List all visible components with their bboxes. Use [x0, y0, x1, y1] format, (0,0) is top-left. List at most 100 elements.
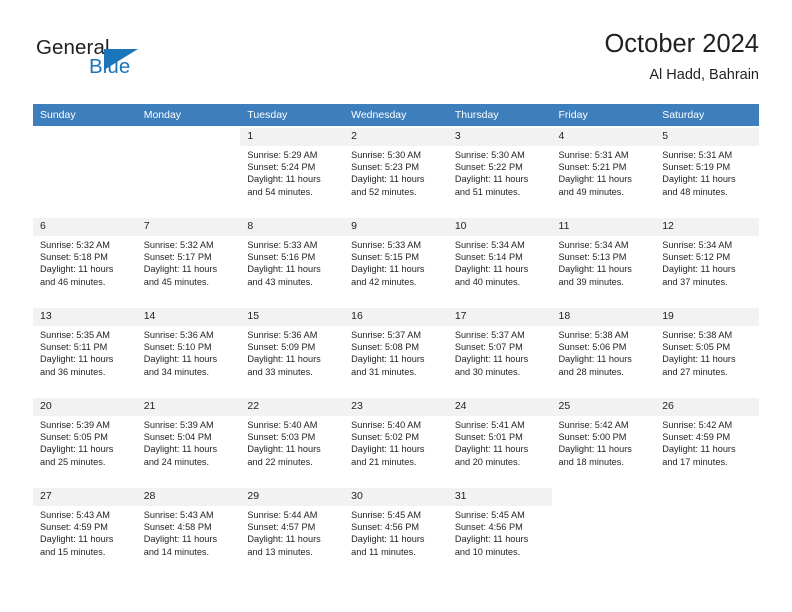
sun-info-block: Sunrise: 5:40 AM Sunset: 5:03 PM Daylight:…	[247, 416, 338, 468]
day-number-band: 7	[136, 218, 241, 236]
calendar-day-cell[interactable]: 25 Sunrise: 5:42 AM Sunset: 5:00 PM Dayligh…	[551, 396, 656, 486]
day-cell-inner: 9 Sunrise: 5:33 AM Sunset: 5:15 PM Daylight…	[344, 216, 448, 306]
calendar-day-cell[interactable]: 18 Sunrise: 5:38 AM Sunset: 5:06 PM Dayligh…	[551, 306, 656, 396]
calendar-page: General Blue October 2024 Al Hadd, Bahra…	[0, 0, 792, 612]
calendar-day-cell[interactable]: 29 Sunrise: 5:44 AM Sunset: 4:57 PM Dayligh…	[240, 486, 345, 576]
calendar-day-cell[interactable]: 30 Sunrise: 5:45 AM Sunset: 4:56 PM Dayligh…	[344, 486, 448, 576]
sun-info-line: Sunrise: 5:40 AM	[247, 420, 318, 430]
day-number: 3	[454, 130, 461, 142]
sun-info-line: Sunset: 5:24 PM	[247, 162, 316, 173]
calendar-day-cell[interactable]: 11 Sunrise: 5:34 AM Sunset: 5:13 PM Dayligh…	[551, 216, 656, 306]
sun-info-line: Daylight: 11 hours	[351, 534, 425, 545]
sun-info-line: Daylight: 11 hours	[351, 444, 425, 455]
page-subtitle-location: Al Hadd, Bahrain	[649, 67, 759, 83]
weekday-header-wednesday: Wednesday	[344, 104, 448, 126]
calendar-day-cell[interactable]: 22 Sunrise: 5:40 AM Sunset: 5:03 PM Dayligh…	[240, 396, 345, 486]
calendar-day-cell[interactable]: 27 Sunrise: 5:43 AM Sunset: 4:59 PM Dayligh…	[33, 486, 137, 576]
sun-info-line: Daylight: 11 hours	[351, 174, 425, 185]
sun-info-line: and 52 minutes.	[351, 186, 417, 197]
calendar-day-cell[interactable]: 21 Sunrise: 5:39 AM Sunset: 5:04 PM Dayligh…	[136, 396, 241, 486]
sun-info-line: Sunrise: 5:39 AM	[40, 420, 110, 430]
calendar-day-cell[interactable]: 2 Sunrise: 5:30 AM Sunset: 5:23 PM Daylight…	[344, 126, 448, 216]
calendar-day-cell[interactable]: 8 Sunrise: 5:33 AM Sunset: 5:16 PM Daylight…	[240, 216, 345, 306]
day-number-band: 16	[344, 308, 448, 326]
calendar-day-cell[interactable]: 10 Sunrise: 5:34 AM Sunset: 5:14 PM Dayligh…	[447, 216, 552, 306]
calendar-day-cell[interactable]: 31 Sunrise: 5:45 AM Sunset: 4:56 PM Dayligh…	[447, 486, 552, 576]
sun-info-line: Sunrise: 5:31 AM	[558, 150, 629, 160]
day-cell-inner	[33, 126, 137, 216]
sun-info-block: Sunrise: 5:31 AM Sunset: 5:21 PM Daylight:…	[559, 146, 650, 198]
calendar-cell-empty	[33, 126, 137, 216]
sun-info-line: and 18 minutes.	[558, 456, 624, 467]
calendar-day-cell[interactable]: 23 Sunrise: 5:40 AM Sunset: 5:02 PM Dayligh…	[344, 396, 448, 486]
calendar-day-cell[interactable]: 20 Sunrise: 5:39 AM Sunset: 5:05 PM Dayligh…	[33, 396, 137, 486]
calendar-day-cell[interactable]: 14 Sunrise: 5:36 AM Sunset: 5:10 PM Dayligh…	[136, 306, 241, 396]
sun-info-line: Sunset: 5:01 PM	[454, 432, 523, 443]
sun-info-line: Daylight: 11 hours	[40, 264, 114, 275]
calendar-day-cell[interactable]: 24 Sunrise: 5:41 AM Sunset: 5:01 PM Dayligh…	[447, 396, 552, 486]
sun-info-line: Daylight: 11 hours	[40, 534, 114, 545]
day-cell-inner: 29 Sunrise: 5:44 AM Sunset: 4:57 PM Dayligh…	[240, 486, 345, 576]
calendar-day-cell[interactable]: 13 Sunrise: 5:35 AM Sunset: 5:11 PM Dayligh…	[33, 306, 137, 396]
sun-info-line: Sunset: 5:18 PM	[40, 252, 108, 263]
day-number-band: 22	[240, 398, 345, 416]
sun-info-line: and 15 minutes.	[40, 546, 106, 557]
calendar-day-cell[interactable]: 16 Sunrise: 5:37 AM Sunset: 5:08 PM Dayligh…	[344, 306, 448, 396]
calendar-day-cell[interactable]: 6 Sunrise: 5:32 AM Sunset: 5:18 PM Daylight…	[33, 216, 137, 306]
sun-info-line: Daylight: 11 hours	[40, 444, 114, 455]
sun-info-line: and 43 minutes.	[247, 276, 313, 287]
sun-info-line: and 13 minutes.	[247, 546, 313, 557]
weekday-header-thursday: Thursday	[447, 104, 552, 126]
sun-info-line: Sunrise: 5:37 AM	[351, 330, 422, 340]
brand-logo[interactable]: General Blue	[33, 36, 243, 92]
calendar-day-cell[interactable]: 19 Sunrise: 5:38 AM Sunset: 5:05 PM Dayligh…	[655, 306, 759, 396]
sun-info-line: Daylight: 11 hours	[454, 444, 529, 455]
calendar-day-cell[interactable]: 28 Sunrise: 5:43 AM Sunset: 4:58 PM Dayligh…	[136, 486, 241, 576]
day-number-band: 25	[551, 398, 656, 416]
calendar-day-cell[interactable]: 3 Sunrise: 5:30 AM Sunset: 5:22 PM Daylight…	[447, 126, 552, 216]
calendar-day-cell[interactable]: 7 Sunrise: 5:32 AM Sunset: 5:17 PM Daylight…	[136, 216, 241, 306]
sun-info-line: Sunrise: 5:32 AM	[40, 240, 110, 250]
day-number-band: 27	[33, 488, 137, 506]
calendar-cell-empty	[551, 486, 656, 576]
calendar-day-cell[interactable]: 4 Sunrise: 5:31 AM Sunset: 5:21 PM Daylight…	[551, 126, 656, 216]
day-number-band: 10	[447, 218, 552, 236]
calendar-day-cell[interactable]: 12 Sunrise: 5:34 AM Sunset: 5:12 PM Dayligh…	[655, 216, 759, 306]
sun-info-line: Sunset: 5:12 PM	[662, 252, 731, 263]
sun-info-line: and 31 minutes.	[351, 366, 417, 377]
sun-info-line: Sunrise: 5:32 AM	[143, 240, 214, 250]
day-number-band: 8	[240, 218, 345, 236]
month-calendar: Sunday Monday Tuesday Wednesday Thursday…	[33, 104, 759, 576]
sun-info-block: Sunrise: 5:43 AM Sunset: 4:58 PM Daylight:…	[144, 506, 235, 558]
sun-info-line: Sunrise: 5:44 AM	[247, 510, 318, 520]
calendar-day-cell[interactable]: 15 Sunrise: 5:36 AM Sunset: 5:09 PM Dayligh…	[240, 306, 345, 396]
sun-info-line: Sunrise: 5:43 AM	[40, 510, 110, 520]
sun-info-line: Daylight: 11 hours	[351, 354, 425, 365]
calendar-day-cell[interactable]: 26 Sunrise: 5:42 AM Sunset: 4:59 PM Dayligh…	[655, 396, 759, 486]
day-number: 9	[351, 220, 357, 232]
day-number: 29	[247, 490, 260, 502]
day-number-band: 13	[33, 308, 137, 326]
sun-info-line: Sunset: 5:14 PM	[454, 252, 523, 263]
calendar-day-cell[interactable]: 5 Sunrise: 5:31 AM Sunset: 5:19 PM Daylight…	[655, 126, 759, 216]
sun-info-line: and 14 minutes.	[143, 546, 210, 557]
day-cell-inner: 19 Sunrise: 5:38 AM Sunset: 5:05 PM Dayligh…	[655, 306, 759, 396]
day-number: 16	[351, 310, 363, 322]
day-number-band: 9	[344, 218, 448, 236]
sun-info-line: and 42 minutes.	[351, 276, 417, 287]
calendar-day-cell[interactable]: 9 Sunrise: 5:33 AM Sunset: 5:15 PM Daylight…	[344, 216, 448, 306]
day-number-band: 20	[33, 398, 137, 416]
weekday-header-row: Sunday Monday Tuesday Wednesday Thursday…	[33, 104, 759, 126]
sun-info-line: and 33 minutes.	[247, 366, 313, 377]
calendar-week-row: 20 Sunrise: 5:39 AM Sunset: 5:05 PM Dayligh…	[33, 396, 759, 486]
calendar-day-cell[interactable]: 1 Sunrise: 5:29 AM Sunset: 5:24 PM Daylight…	[240, 126, 345, 216]
sun-info-line: Daylight: 11 hours	[351, 264, 425, 275]
calendar-day-cell[interactable]: 17 Sunrise: 5:37 AM Sunset: 5:07 PM Dayligh…	[447, 306, 552, 396]
day-number: 18	[558, 310, 571, 322]
sun-info-line: and 45 minutes.	[143, 276, 210, 287]
sun-info-line: Sunset: 4:57 PM	[247, 522, 316, 533]
day-number-band: 26	[655, 398, 759, 416]
sun-info-block: Sunrise: 5:36 AM Sunset: 5:10 PM Daylight:…	[144, 326, 235, 378]
day-cell-inner: 31 Sunrise: 5:45 AM Sunset: 4:56 PM Dayligh…	[447, 486, 552, 576]
day-cell-inner: 15 Sunrise: 5:36 AM Sunset: 5:09 PM Dayligh…	[240, 306, 345, 396]
